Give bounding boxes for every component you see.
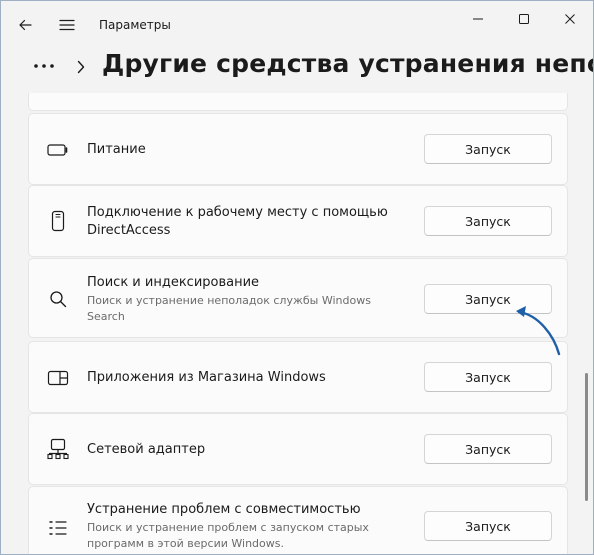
compatibility-list-icon	[47, 517, 69, 539]
list-item-description: Поиск и устранение неполадок службы Wind…	[87, 294, 371, 323]
chevron-right-icon	[77, 60, 85, 74]
run-network-adapter-button[interactable]: Запуск	[424, 434, 552, 464]
list-item-search-indexing: Поиск и индексирование Поиск и устранени…	[28, 258, 568, 338]
list-item-title: Поиск и индексирование	[87, 275, 260, 290]
title-bar: Параметры	[1, 1, 593, 49]
breadcrumb-separator	[73, 57, 89, 77]
list-item-compatibility: Устранение проблем с совместимостью Поис…	[28, 486, 568, 554]
network-adapter-icon	[47, 438, 69, 460]
list-item-store-apps: Приложения из Магазина Windows Запуск	[28, 341, 568, 413]
list-item-title: Устранение проблем с совместимостью	[87, 502, 361, 517]
breadcrumb: Другие средства устранения неполадок	[1, 49, 593, 93]
run-store-apps-button[interactable]: Запуск	[424, 362, 552, 392]
list-item-title: Сетевой адаптер	[87, 442, 206, 457]
list-item-title: Приложения из Магазина Windows	[87, 370, 326, 385]
list-item-title: Питание	[87, 142, 146, 157]
list-item-title: Подключение к рабочему месту с помощью D…	[87, 205, 388, 238]
settings-window: Параметры Другие средства устранения неп…	[0, 0, 594, 555]
list-item-partial	[28, 93, 568, 111]
navigation-menu-button[interactable]	[53, 13, 81, 37]
list-item-description: Поиск и устранение проблем с запуском ст…	[87, 521, 369, 550]
hamburger-icon	[59, 19, 75, 31]
list-item-network-adapter: Сетевой адаптер Запуск	[28, 413, 568, 485]
list-item-power: Питание Запуск	[28, 113, 568, 185]
maximize-button[interactable]	[501, 5, 547, 33]
list-item-directaccess: Подключение к рабочему месту с помощью D…	[28, 185, 568, 257]
run-directaccess-button[interactable]: Запуск	[424, 206, 552, 236]
maximize-icon	[519, 14, 529, 24]
store-apps-icon	[47, 367, 69, 389]
close-icon	[565, 14, 575, 24]
troubleshooters-list: Питание Запуск Подключение к рабочему ме…	[1, 93, 593, 554]
annotation-arrow	[516, 306, 561, 356]
run-compatibility-button[interactable]: Запуск	[424, 511, 552, 541]
close-button[interactable]	[547, 5, 593, 33]
page-title: Другие средства устранения неполадок	[102, 49, 593, 78]
mobile-device-icon	[47, 210, 69, 232]
scrollbar-thumb[interactable]	[585, 373, 588, 501]
back-arrow-icon	[19, 19, 32, 31]
back-button[interactable]	[11, 13, 39, 37]
search-icon	[47, 288, 69, 310]
breadcrumb-more-button[interactable]	[27, 53, 61, 79]
minimize-icon	[473, 18, 483, 20]
window-title: Параметры	[99, 18, 171, 32]
minimize-button[interactable]	[455, 5, 501, 33]
more-dots-icon	[34, 64, 54, 68]
run-power-button[interactable]: Запуск	[424, 134, 552, 164]
battery-icon	[47, 139, 69, 161]
